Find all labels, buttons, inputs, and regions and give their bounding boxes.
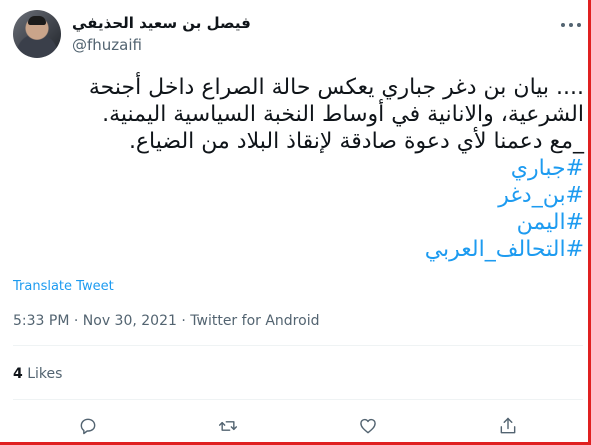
more-horizontal-icon[interactable]: [560, 18, 582, 32]
hashtag-link[interactable]: #جباري: [12, 155, 584, 182]
tweet-metadata: 5:33 PM · Nov 30, 2021 · Twitter for And…: [13, 313, 319, 329]
tweet-date[interactable]: Nov 30, 2021: [83, 313, 177, 329]
hashtag-link[interactable]: #التحالف_العربي: [12, 236, 584, 263]
hashtag-link[interactable]: #اليمن: [12, 209, 584, 236]
display-name[interactable]: فيصل بن سعيد الحذيفي: [72, 14, 251, 32]
translate-tweet-link[interactable]: Translate Tweet: [13, 279, 114, 294]
tweet-time[interactable]: 5:33 PM: [13, 313, 69, 329]
retweet-icon[interactable]: [218, 416, 238, 436]
tweet-source[interactable]: Twitter for Android: [190, 313, 319, 329]
meta-separator: ·: [73, 313, 79, 329]
divider: [13, 399, 583, 400]
tweet-text-line: الشرعية، والانانية في أوساط النخبة السيا…: [102, 102, 584, 127]
tweet-text-line: .... بيان بن دغر جباري يعكس حالة الصراع …: [88, 75, 584, 100]
user-handle[interactable]: @fhuzaifi: [72, 36, 142, 54]
hashtag-link[interactable]: #بن_دغر: [12, 182, 584, 209]
reply-icon[interactable]: [78, 416, 98, 436]
tweet-text-line: _مع دعمنا لأي دعوة صادقة لإنقاذ البلاد م…: [128, 129, 584, 154]
meta-separator: ·: [181, 313, 186, 329]
likes-count: 4: [13, 366, 23, 382]
avatar[interactable]: [13, 10, 61, 58]
heart-icon[interactable]: [358, 416, 378, 436]
likes-stat[interactable]: 4 Likes: [13, 366, 62, 382]
divider: [13, 345, 583, 346]
tweet-text: .... بيان بن دغر جباري يعكس حالة الصراع …: [12, 74, 584, 263]
share-icon[interactable]: [498, 416, 518, 436]
likes-label: Likes: [27, 366, 63, 382]
